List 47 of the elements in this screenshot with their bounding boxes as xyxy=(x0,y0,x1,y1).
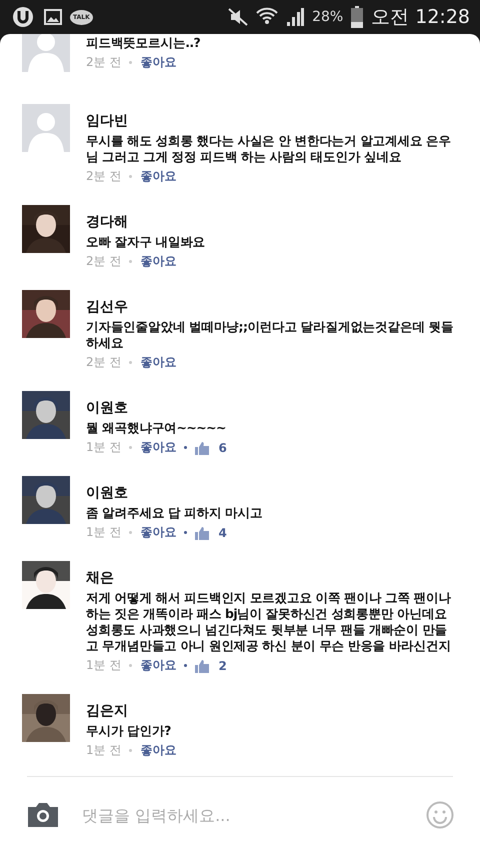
like-link[interactable]: 좋아요 xyxy=(140,524,176,541)
avatar-icon xyxy=(22,104,70,152)
comment-time: 1분 전 xyxy=(86,524,122,541)
commenter-name: 이원호 xyxy=(86,484,129,502)
u-plus-logo-icon xyxy=(12,6,36,28)
clock: 오전 12:28 xyxy=(371,5,470,30)
thumbs-up-icon xyxy=(195,658,210,672)
thumbs-up-icon xyxy=(195,526,210,540)
comment-time: 2분 전 xyxy=(86,253,122,270)
comment-time: 2분 전 xyxy=(86,354,122,371)
commenter-name: 김은지 xyxy=(86,702,129,720)
image-icon xyxy=(44,8,62,26)
comment-time: 1분 전 xyxy=(86,742,122,759)
comment-text: 좀 알려주세요 답 피하지 마시고 xyxy=(86,505,264,521)
comment-text: 무시가 답인가? xyxy=(86,723,172,739)
thumbs-up-icon xyxy=(195,440,210,454)
like-link[interactable]: 좋아요 xyxy=(140,54,176,71)
signal-icon xyxy=(286,8,304,26)
comment-time: 1분 전 xyxy=(86,657,122,674)
comment-text: 기자들인줄알았네 벌떼마냥;;이런다고 달라질게없는것같은데 뭣들하세요 xyxy=(86,319,454,351)
like-link[interactable]: 좋아요 xyxy=(140,168,176,185)
commenter-name: 김선우 xyxy=(86,298,129,316)
like-count: 6 xyxy=(218,440,227,454)
comment-time: 2분 전 xyxy=(86,168,122,185)
like-link[interactable]: 좋아요 xyxy=(140,657,176,674)
commenter-name: 이원호 xyxy=(86,399,129,417)
commenter-name: 임다빈 xyxy=(86,112,129,130)
like-link[interactable]: 좋아요 xyxy=(140,354,176,371)
comment-text: 저게 어떻게 해서 피드백인지 모르겠고요 이쪽 팬이나 그쪽 팬이나 하는 짓은 개똑이라 패스 bj님이 잘못하신건 성희롱뿐만 아닌데요 성희롱도 사과했으니 넘긴다쳐도 뒷부분 너무 팬들 개빠순이 만들고 무개념만들고 아니 원인제공 하신 분이 무슨 반응을 바라신건지 xyxy=(86,590,452,654)
comment-time: 2분 전 xyxy=(86,54,122,71)
mute-icon xyxy=(228,8,248,26)
like-count: 4 xyxy=(218,526,227,540)
comment-text: 뭘 왜곡했냐구여~~~~~ xyxy=(86,420,227,436)
like-link[interactable]: 좋아요 xyxy=(140,253,176,270)
like-count: 2 xyxy=(218,658,227,672)
wifi-icon xyxy=(256,7,278,27)
battery-percent: 28% xyxy=(312,9,344,25)
battery-icon xyxy=(351,6,364,28)
comment-text: 오빠 잘자구 내일봐요 xyxy=(86,234,206,250)
like-link[interactable]: 좋아요 xyxy=(140,439,176,456)
comment-time: 1분 전 xyxy=(86,439,122,456)
comment-text: 무시를 해도 성희롱 했다는 사실은 안 변한다는거 알고계세요 은우님 그러고 그게 정정 피드백 하는 사람의 태도인가 싶네요 xyxy=(86,133,452,165)
like-link[interactable]: 좋아요 xyxy=(140,742,176,759)
camera-icon[interactable] xyxy=(26,801,60,829)
commenter-name: 채은 xyxy=(86,569,115,587)
commenter-name: 경다해 xyxy=(86,213,129,231)
comment-text: 피드백뜻모르시는..? xyxy=(86,35,202,51)
